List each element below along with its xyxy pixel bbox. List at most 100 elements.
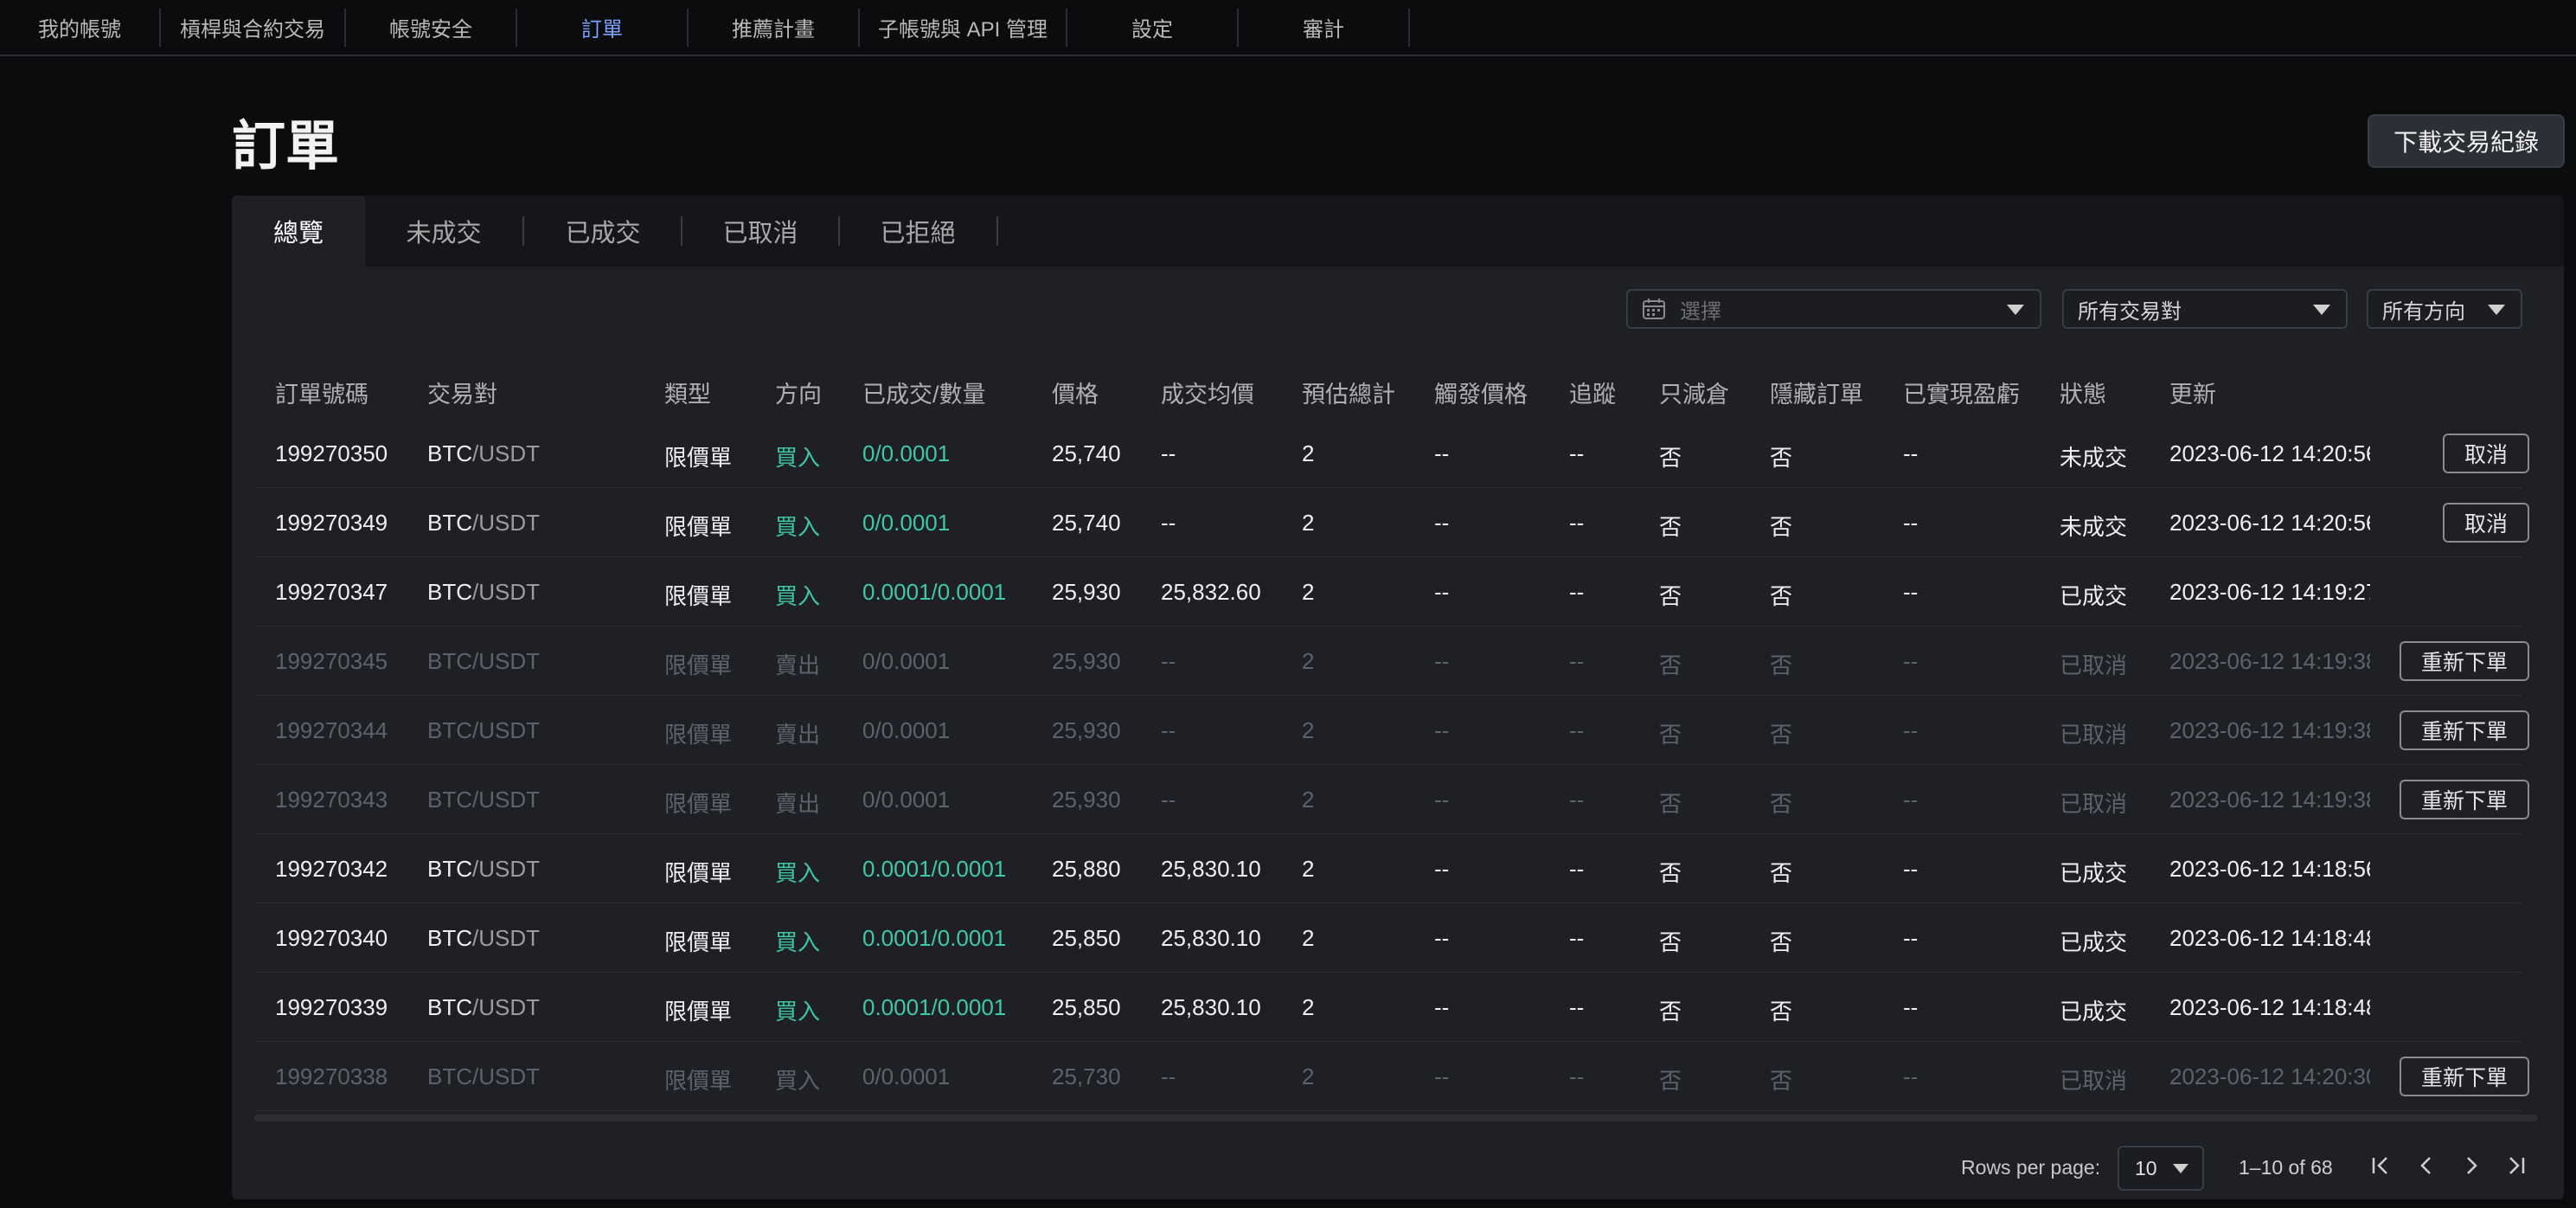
est-total-cell: 2 xyxy=(1302,510,1315,536)
reduce-only-cell: 否 xyxy=(1659,445,1682,471)
realized-pnl-cell: -- xyxy=(1903,648,1919,674)
col-type[interactable]: 類型 xyxy=(664,376,711,409)
pair-base: BTC xyxy=(427,1063,472,1089)
col-status[interactable]: 狀態 xyxy=(2060,376,2106,409)
reduce-only-cell: 否 xyxy=(1659,583,1682,609)
first-page-icon[interactable] xyxy=(2366,1151,2395,1180)
updated-cell: 2023-06-12 14:20:56 xyxy=(2169,440,2370,466)
col-est-total[interactable]: 預估總計 xyxy=(1302,376,1395,409)
type-cell: 限價單 xyxy=(664,929,733,955)
col-hidden[interactable]: 隱藏訂單 xyxy=(1770,376,1863,409)
pair-quote: /USDT xyxy=(472,856,540,882)
horizontal-scrollbar[interactable] xyxy=(254,1115,2538,1121)
nav-item-margin-futures[interactable]: 槓桿與合約交易 xyxy=(161,8,346,47)
tab-filled[interactable]: 已成交 xyxy=(524,196,682,267)
pair-base: BTC xyxy=(427,856,472,882)
col-trigger-price[interactable]: 觸發價格 xyxy=(1434,376,1528,409)
col-updated[interactable]: 更新 xyxy=(2169,376,2216,409)
trailing-cell: -- xyxy=(1569,440,1585,466)
hidden-order-cell: 否 xyxy=(1770,652,1793,678)
col-pair[interactable]: 交易對 xyxy=(427,376,497,409)
price-cell: 25,930 xyxy=(1052,787,1121,813)
pair-cell: BTC/USDT xyxy=(427,440,540,467)
date-picker[interactable]: 選擇 xyxy=(1626,289,2041,329)
col-realized-pnl[interactable]: 已實現盈虧 xyxy=(1903,376,2020,409)
last-page-icon[interactable] xyxy=(2502,1151,2531,1180)
avg-price-cell: 25,830.10 xyxy=(1161,925,1261,951)
type-cell: 限價單 xyxy=(664,514,733,540)
realized-pnl-cell: -- xyxy=(1903,717,1919,743)
nav-item-subaccount-api[interactable]: 子帳號與 API 管理 xyxy=(860,8,1067,47)
pair-base: BTC xyxy=(427,717,472,743)
filled-qty-cell: 0.0001/0.0001 xyxy=(862,994,1007,1020)
est-total-cell: 2 xyxy=(1302,994,1315,1020)
order-tabs: 總覽 未成交 已成交 已取消 已拒絕 xyxy=(232,196,2564,267)
reorder-button[interactable]: 重新下單 xyxy=(2400,1057,2529,1096)
download-history-button[interactable]: 下載交易紀錄 xyxy=(2368,114,2565,168)
tab-overview[interactable]: 總覽 xyxy=(232,196,365,267)
nav-item-settings[interactable]: 設定 xyxy=(1067,8,1239,47)
trailing-cell: -- xyxy=(1569,717,1585,743)
pair-cell: BTC/USDT xyxy=(427,994,540,1021)
nav-item-my-account[interactable]: 我的帳號 xyxy=(0,8,161,47)
reorder-button[interactable]: 重新下單 xyxy=(2400,641,2529,681)
order-id-cell: 199270344 xyxy=(275,717,388,743)
nav-item-audit[interactable]: 審計 xyxy=(1239,8,1410,47)
realized-pnl-cell: -- xyxy=(1903,1063,1919,1089)
col-reduce-only[interactable]: 只減倉 xyxy=(1659,376,1729,409)
table-row: 199270342 BTC/USDT 限價單 買入 0.0001/0.0001 25,88… xyxy=(232,834,2564,903)
side-filter-select[interactable]: 所有方向 xyxy=(2367,289,2522,329)
tab-rejected[interactable]: 已拒絕 xyxy=(839,196,996,267)
tab-open[interactable]: 未成交 xyxy=(365,196,522,267)
status-cell: 未成交 xyxy=(2060,445,2128,471)
avg-price-cell: 25,830.10 xyxy=(1161,994,1261,1020)
nav-item-orders[interactable]: 訂單 xyxy=(517,8,689,47)
realized-pnl-cell: -- xyxy=(1903,579,1919,605)
side-cell: 賣出 xyxy=(775,652,821,678)
reorder-button[interactable]: 重新下單 xyxy=(2400,710,2529,750)
page-range-label: 1–10 of 68 xyxy=(2239,1156,2333,1179)
filled-qty-cell: 0/0.0001 xyxy=(862,648,951,674)
type-cell: 限價單 xyxy=(664,1068,733,1094)
date-placeholder: 選擇 xyxy=(1680,299,1721,324)
price-cell: 25,850 xyxy=(1052,925,1121,951)
prev-page-icon[interactable] xyxy=(2412,1151,2441,1180)
table-row: 199270339 BTC/USDT 限價單 買入 0.0001/0.0001 25,85… xyxy=(232,973,2564,1042)
table-row: 199270350 BTC/USDT 限價單 買入 0/0.0001 25,740 -- 2 -… xyxy=(232,419,2564,488)
table-row: 199270347 BTC/USDT 限價單 買入 0.0001/0.0001 25,93… xyxy=(232,557,2564,626)
filled-qty-cell: 0/0.0001 xyxy=(862,717,951,743)
est-total-cell: 2 xyxy=(1302,856,1315,882)
pair-quote: /USDT xyxy=(472,994,540,1020)
reorder-button[interactable]: 重新下單 xyxy=(2400,780,2529,819)
trigger-price-cell: -- xyxy=(1434,787,1450,813)
filled-qty-cell: 0.0001/0.0001 xyxy=(862,579,1007,605)
reduce-only-cell: 否 xyxy=(1659,999,1682,1025)
side-cell: 買入 xyxy=(775,1068,821,1094)
updated-cell: 2023-06-12 14:20:30 xyxy=(2169,1063,2370,1089)
rows-per-page-select[interactable]: 10 xyxy=(2118,1146,2204,1191)
col-avg-price[interactable]: 成交均價 xyxy=(1161,376,1254,409)
reduce-only-cell: 否 xyxy=(1659,929,1682,955)
type-cell: 限價單 xyxy=(664,999,733,1025)
tab-cancelled[interactable]: 已取消 xyxy=(682,196,839,267)
pair-cell: BTC/USDT xyxy=(427,579,540,606)
nav-item-referral[interactable]: 推薦計畫 xyxy=(689,8,860,47)
next-page-icon[interactable] xyxy=(2457,1151,2486,1180)
price-cell: 25,930 xyxy=(1052,717,1121,743)
pair-cell: BTC/USDT xyxy=(427,648,540,675)
col-trailing[interactable]: 追蹤 xyxy=(1569,376,1616,409)
pair-base: BTC xyxy=(427,648,472,674)
pair-cell: BTC/USDT xyxy=(427,787,540,813)
avg-price-cell: -- xyxy=(1161,510,1176,536)
col-side[interactable]: 方向 xyxy=(775,376,822,409)
pair-filter-select[interactable]: 所有交易對 xyxy=(2062,289,2348,329)
nav-item-security[interactable]: 帳號安全 xyxy=(346,8,517,47)
col-order-id[interactable]: 訂單號碼 xyxy=(275,376,368,409)
trigger-price-cell: -- xyxy=(1434,925,1450,951)
order-id-cell: 199270339 xyxy=(275,994,388,1020)
cancel-order-button[interactable]: 取消 xyxy=(2443,434,2529,473)
col-filled-qty[interactable]: 已成交/數量 xyxy=(862,376,986,409)
cancel-order-button[interactable]: 取消 xyxy=(2443,503,2529,543)
trigger-price-cell: -- xyxy=(1434,1063,1450,1089)
col-price[interactable]: 價格 xyxy=(1052,376,1099,409)
